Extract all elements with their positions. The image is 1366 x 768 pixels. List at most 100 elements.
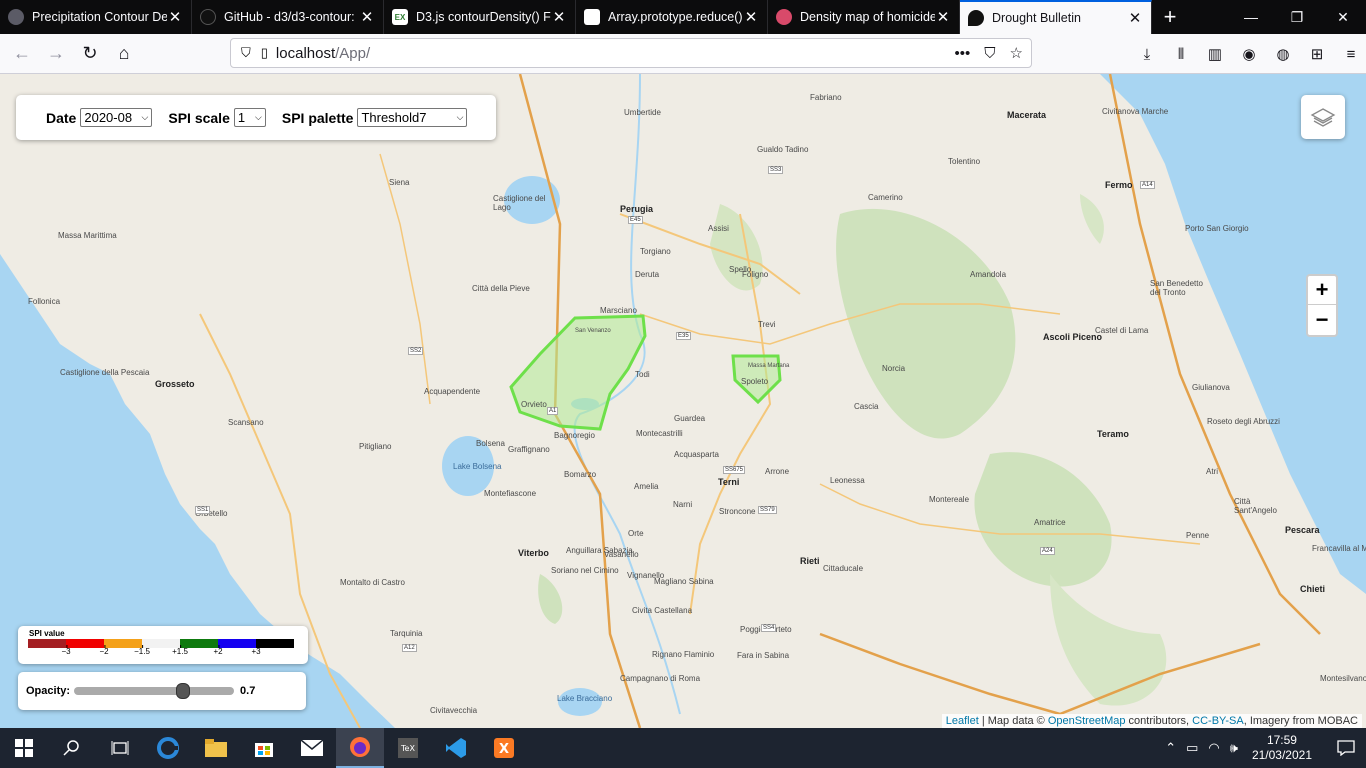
opacity-value: 0.7 xyxy=(240,685,256,697)
map-label-city: Rieti xyxy=(800,556,820,566)
volume-icon[interactable]: 🕪 xyxy=(1230,740,1238,756)
task-view-icon[interactable] xyxy=(96,728,144,768)
system-clock[interactable]: 17:59 21/03/2021 xyxy=(1252,733,1312,763)
attribution-text: , Imagery from MOBAC xyxy=(1243,715,1358,727)
close-window-icon[interactable]: ✕ xyxy=(1320,0,1366,34)
close-icon[interactable]: ✕ xyxy=(551,9,567,26)
restore-icon[interactable]: ❐ xyxy=(1274,0,1320,34)
map-label-town: Torgiano xyxy=(640,247,671,256)
chevron-up-icon[interactable]: ⌃ xyxy=(1165,740,1176,756)
chevron-down-icon: ⌵ xyxy=(255,112,262,122)
shield-icon[interactable]: ⛉ xyxy=(241,45,251,61)
map-label-town: Montalto di Castro xyxy=(340,578,405,587)
url-bar[interactable]: ⛉ ▯ localhost/App/ ••• ⛉ ☆ xyxy=(230,38,1032,68)
forward-arrow-icon[interactable]: → xyxy=(40,38,72,70)
library-icon[interactable]: ⫴ xyxy=(1170,38,1192,70)
latex-editor-icon[interactable]: TeX xyxy=(384,728,432,768)
url-text[interactable]: localhost/App/ xyxy=(276,45,370,62)
minimize-icon[interactable]: — xyxy=(1228,0,1274,34)
back-arrow-icon[interactable]: ← xyxy=(6,38,38,70)
legend-title: SPI value xyxy=(29,629,65,638)
file-explorer-icon[interactable] xyxy=(192,728,240,768)
spi-palette-value: Threshold7 xyxy=(361,110,427,125)
edge-icon[interactable] xyxy=(144,728,192,768)
new-tab-button[interactable]: + xyxy=(1152,0,1188,34)
download-icon[interactable]: ⤓ xyxy=(1136,38,1158,70)
xampp-icon[interactable]: X xyxy=(480,728,528,768)
tab-github-d3-contour[interactable]: GitHub - d3/d3-contour: ✕ xyxy=(192,0,384,34)
close-icon[interactable]: ✕ xyxy=(1127,10,1143,27)
map-label-lake: Lake Bracciano xyxy=(557,694,613,703)
windows-start-icon[interactable] xyxy=(0,728,48,768)
opacity-slider[interactable] xyxy=(74,683,235,699)
map-label-town: Città della Pieve xyxy=(472,284,530,293)
tab-d3-contourdensity[interactable]: EX D3.js contourDensity() Fu ✕ xyxy=(384,0,576,34)
addons-icon[interactable]: ⊞ xyxy=(1306,38,1328,70)
bookmark-star-icon[interactable]: ☆ xyxy=(1010,44,1023,62)
layers-control-button[interactable] xyxy=(1301,95,1345,139)
leaflet-link[interactable]: Leaflet xyxy=(946,715,979,727)
close-icon[interactable]: ✕ xyxy=(935,9,951,26)
battery-icon[interactable]: ▭ xyxy=(1186,740,1198,756)
firefox-icon[interactable] xyxy=(336,728,384,768)
home-icon[interactable]: ⌂ xyxy=(108,38,140,70)
spi-palette-select[interactable]: Threshold7 ⌵ xyxy=(357,108,468,127)
map-label-city: Grosseto xyxy=(155,379,195,389)
date-label: Date xyxy=(46,109,77,126)
notification-icon[interactable] xyxy=(1326,728,1366,768)
legend-tick: +1.5 xyxy=(172,645,188,656)
extension-icon[interactable]: ◍ xyxy=(1272,38,1294,70)
reload-icon[interactable]: ↻ xyxy=(74,38,106,70)
mdn-icon xyxy=(584,9,600,25)
close-icon[interactable]: ✕ xyxy=(743,9,759,26)
map-label-town: Atri xyxy=(1206,467,1218,476)
map-attribution: Leaflet | Map data © OpenStreetMap contr… xyxy=(941,714,1362,728)
road-shield: SS2 xyxy=(408,347,424,355)
zoom-control: + − xyxy=(1306,274,1338,337)
tab-drought-bulletin[interactable]: Drought Bulletin ✕ xyxy=(960,0,1152,34)
tab-precipitation-contour[interactable]: Precipitation Contour De ✕ xyxy=(0,0,192,34)
map-label-town: Orte xyxy=(628,529,644,538)
map-label-town: Campagnano di Roma xyxy=(620,674,701,683)
sidebar-icon[interactable]: ▥ xyxy=(1204,38,1226,70)
map-container[interactable]: Perugia Grosseto Terni Viterbo Rieti Mac… xyxy=(0,74,1366,728)
map-label-town: San Venanzo xyxy=(575,328,611,334)
map-label-town: Acquapendente xyxy=(424,387,481,396)
opacity-slider-thumb[interactable] xyxy=(176,683,191,699)
wifi-icon[interactable]: ◠ xyxy=(1208,740,1219,756)
layers-icon xyxy=(1310,108,1336,127)
more-options-icon[interactable]: ••• xyxy=(955,45,971,62)
legend-tick: −3 xyxy=(61,645,71,656)
spi-scale-label: SPI scale xyxy=(168,109,230,126)
spi-scale-select[interactable]: 1 ⌵ xyxy=(233,108,266,127)
zoom-in-button[interactable]: + xyxy=(1308,276,1336,305)
search-icon[interactable] xyxy=(48,728,96,768)
store-icon[interactable] xyxy=(240,728,288,768)
map-label-city: Ascoli Piceno xyxy=(1043,332,1103,342)
zoom-out-button[interactable]: − xyxy=(1308,305,1336,334)
legend-tick: +2 xyxy=(213,645,223,656)
license-link[interactable]: CC-BY-SA xyxy=(1192,715,1244,727)
windows-taskbar: TeX X ⌃ ▭ ◠ 🕪 17:59 21/03/2021 xyxy=(0,728,1366,768)
pocket-icon[interactable]: ⛉ xyxy=(984,45,995,62)
map-label-city: Perugia xyxy=(620,204,654,214)
legend-color-swatch xyxy=(66,639,104,648)
legend-tick: −2 xyxy=(99,645,109,656)
mail-icon[interactable] xyxy=(288,728,336,768)
date-select[interactable]: 2020-08 ⌵ xyxy=(80,108,153,127)
account-icon[interactable]: ◉ xyxy=(1238,38,1260,70)
spi-palette-label: SPI palette xyxy=(281,109,354,126)
tab-array-reduce[interactable]: Array.prototype.reduce() ✕ xyxy=(576,0,768,34)
browser-tab-strip: Precipitation Contour De ✕ GitHub - d3/d… xyxy=(0,0,1366,34)
vscode-icon[interactable] xyxy=(432,728,480,768)
menu-icon[interactable]: ≡ xyxy=(1340,38,1362,70)
map-label-town: Soriano nel Cimino xyxy=(551,566,619,575)
map-label-town: Montefiascone xyxy=(484,489,537,498)
osm-link[interactable]: OpenStreetMap xyxy=(1048,715,1126,727)
map-label-city: Viterbo xyxy=(518,548,549,558)
close-icon[interactable]: ✕ xyxy=(359,9,375,26)
tab-density-map-homicide[interactable]: Density map of homicide ✕ xyxy=(768,0,960,34)
map-label-town: Castel di Lama xyxy=(1095,326,1149,335)
close-icon[interactable]: ✕ xyxy=(167,9,183,26)
map-label-town: Narni xyxy=(673,500,693,509)
